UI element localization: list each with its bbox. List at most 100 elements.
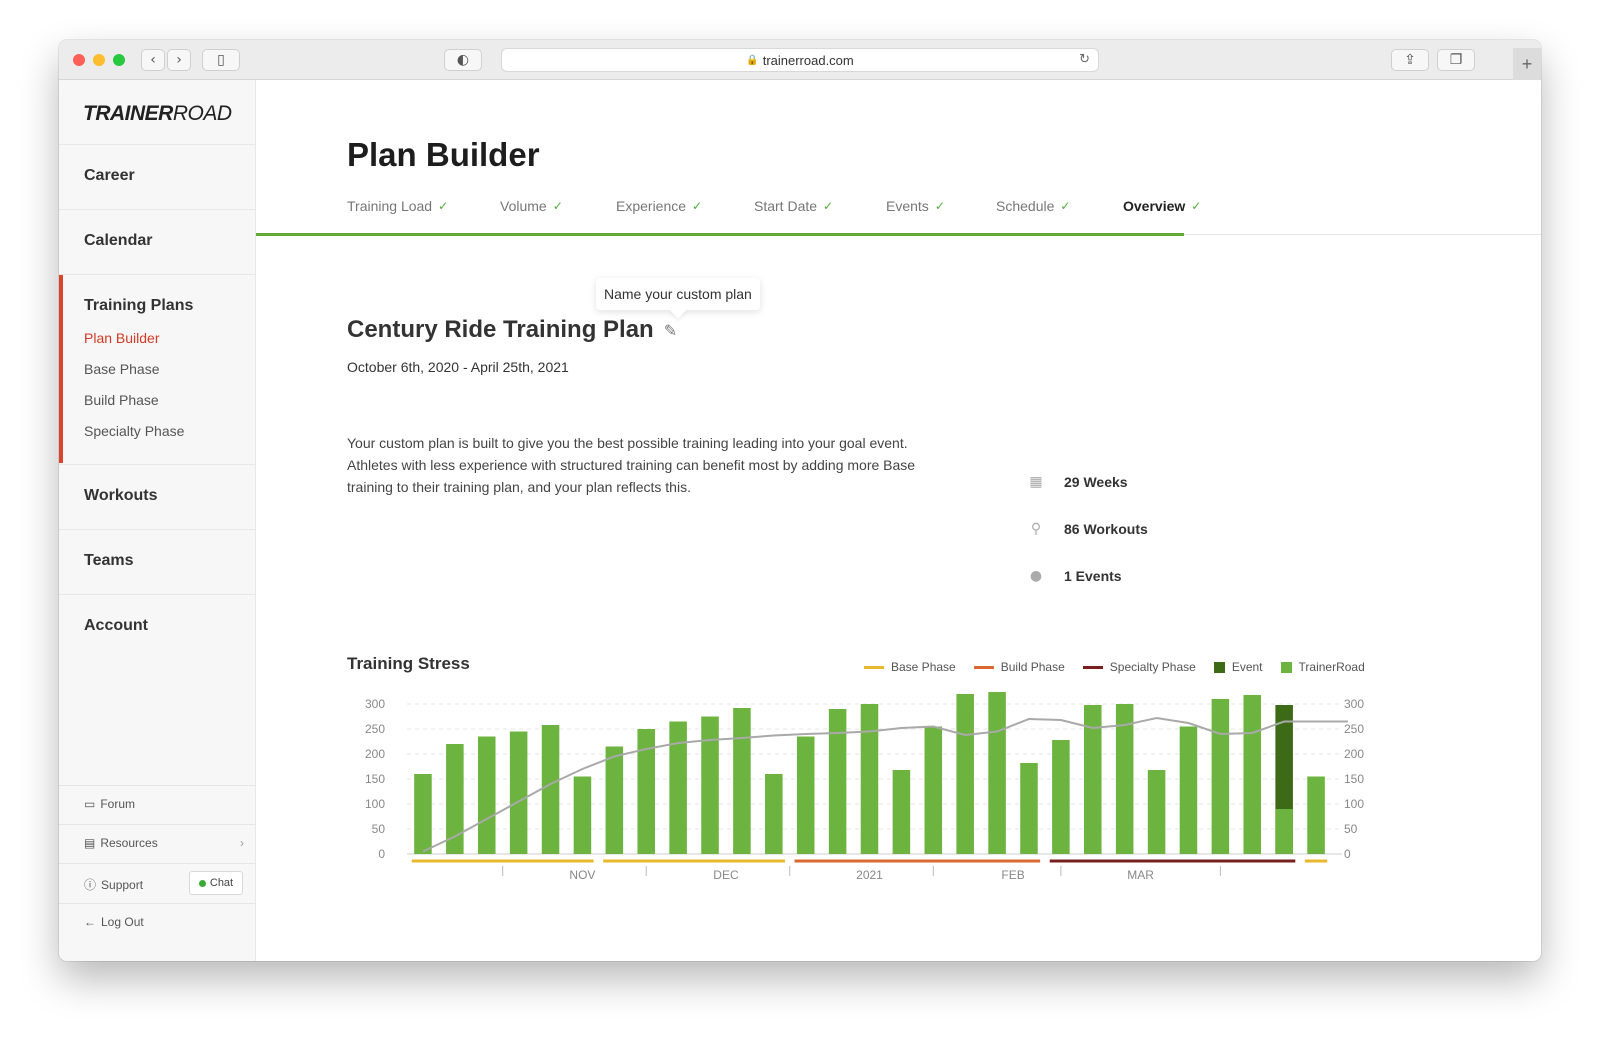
chart-bar bbox=[414, 774, 432, 854]
chart-bar bbox=[477, 736, 496, 854]
legend-swatch bbox=[1213, 661, 1225, 673]
y-tick-label: 50 bbox=[372, 822, 386, 836]
y-tick-label-right: 50 bbox=[1344, 822, 1358, 836]
sub-item-build-phase[interactable]: Build Phase bbox=[84, 392, 159, 408]
arrow-left-icon: ← bbox=[84, 915, 96, 929]
chart-bar bbox=[1052, 740, 1070, 854]
y-tick-label-right: 300 bbox=[1344, 697, 1364, 711]
chevron-right-icon: › bbox=[240, 836, 244, 850]
legend-swatch bbox=[864, 665, 884, 669]
chart-bar bbox=[924, 726, 943, 854]
legend-item[interactable]: Event bbox=[1213, 658, 1263, 676]
stat-events: ● 1 Events bbox=[1026, 566, 1122, 586]
chart-bar bbox=[860, 704, 879, 854]
chat-button[interactable]: Chat bbox=[189, 871, 243, 895]
browser-window: ‹ › ▯ ◐ 🔒 trainerroad.com ↻ ⇪ ❐ + TRAINE… bbox=[59, 40, 1541, 961]
tab-volume[interactable]: Volume ✓ bbox=[500, 198, 563, 214]
nav-calendar-label[interactable]: Calendar bbox=[84, 232, 152, 250]
resources-link[interactable]: ▤ Resources › bbox=[84, 836, 244, 850]
close-window-button[interactable] bbox=[73, 54, 85, 66]
main-content: Plan Builder Training Load ✓ Volume ✓ Expe… bbox=[256, 80, 1541, 961]
sub-item-plan-builder[interactable]: Plan Builder bbox=[84, 330, 160, 346]
plan-dates: October 6th, 2020 - April 25th, 2021 bbox=[347, 359, 569, 375]
chart-bar bbox=[701, 716, 719, 854]
question-circle-icon: ⓘ bbox=[84, 878, 97, 892]
chart-bar bbox=[1211, 699, 1230, 854]
legend-label: TrainerRoad bbox=[1298, 660, 1364, 674]
y-tick-label: 250 bbox=[365, 722, 385, 736]
stat-weeks: ▦ 29 Weeks bbox=[1026, 472, 1127, 492]
plan-name: Century Ride Training Plan ✎ bbox=[347, 316, 678, 343]
minimize-window-button[interactable] bbox=[93, 54, 105, 66]
chart-bar bbox=[765, 774, 783, 854]
logout-link[interactable]: ← Log Out bbox=[84, 915, 144, 929]
reload-icon[interactable]: ↻ bbox=[1079, 52, 1090, 67]
check-icon: ✓ bbox=[692, 199, 703, 213]
month-label: MAR bbox=[1127, 868, 1154, 882]
chart-bar bbox=[1147, 770, 1166, 854]
legend-swatch bbox=[973, 665, 994, 669]
sub-item-specialty-phase[interactable]: Specialty Phase bbox=[84, 423, 184, 439]
y-tick-label-right: 200 bbox=[1344, 747, 1364, 761]
forum-link[interactable]: ▭ Forum bbox=[84, 797, 135, 811]
check-icon: ✓ bbox=[1191, 199, 1202, 213]
sidebar-toggle-icon[interactable]: ▯ bbox=[202, 49, 240, 71]
page-title: Plan Builder bbox=[347, 136, 540, 173]
y-tick-label-right: 250 bbox=[1344, 722, 1364, 736]
footer-divider bbox=[59, 785, 256, 786]
legend-item[interactable]: TrainerRoad bbox=[1280, 658, 1364, 676]
tab-start-date[interactable]: Start Date ✓ bbox=[754, 198, 833, 214]
footer-divider bbox=[59, 824, 256, 825]
rename-tooltip: Name your custom plan bbox=[596, 278, 760, 310]
chart-bar bbox=[573, 776, 592, 854]
legend-item[interactable]: Build Phase bbox=[973, 658, 1065, 676]
nav-teams-label[interactable]: Teams bbox=[84, 552, 134, 570]
back-icon[interactable]: ‹ bbox=[141, 49, 165, 71]
address-bar[interactable]: 🔒 trainerroad.com ↻ bbox=[501, 48, 1099, 72]
tab-events[interactable]: Events ✓ bbox=[886, 198, 945, 214]
chart-bar bbox=[956, 694, 974, 854]
chart-bar bbox=[541, 725, 560, 854]
y-tick-label-right: 100 bbox=[1344, 797, 1364, 811]
chart-bar bbox=[669, 721, 687, 854]
fitness-trend-line bbox=[422, 716, 1348, 853]
training-stress-chart: 0 0 50 50 100 100 150 150 200 200 250 250 300 300 NOV D… bbox=[365, 692, 1364, 882]
y-tick-label: 100 bbox=[365, 797, 385, 811]
month-label: NOV bbox=[569, 868, 595, 882]
privacy-shield-icon[interactable]: ◐ bbox=[444, 49, 482, 71]
url-text: trainerroad.com bbox=[762, 52, 854, 68]
chart-bar bbox=[988, 692, 1006, 854]
chart-bar bbox=[892, 770, 911, 854]
tab-overview[interactable]: Overview ✓ bbox=[1123, 198, 1201, 214]
y-tick-label-right: 150 bbox=[1344, 772, 1364, 786]
tabs-overview-icon[interactable]: ❐ bbox=[1437, 49, 1475, 71]
forward-icon[interactable]: › bbox=[167, 49, 191, 71]
chart-bar bbox=[1179, 726, 1198, 854]
support-link[interactable]: ⓘ Support bbox=[84, 876, 143, 893]
nav-account-label[interactable]: Account bbox=[84, 617, 148, 635]
legend-item[interactable]: Base Phase bbox=[864, 658, 956, 676]
check-icon: ✓ bbox=[438, 199, 449, 213]
nav-workouts-label[interactable]: Workouts bbox=[84, 487, 157, 505]
sub-item-base-phase[interactable]: Base Phase bbox=[84, 361, 160, 377]
pencil-icon[interactable]: ✎ bbox=[664, 321, 677, 340]
legend-item[interactable]: Specialty Phase bbox=[1082, 658, 1196, 676]
zoom-window-button[interactable] bbox=[113, 54, 125, 66]
month-label: FEB bbox=[1001, 868, 1024, 882]
new-tab-icon[interactable]: + bbox=[1513, 48, 1541, 80]
chart-bar bbox=[1275, 809, 1293, 854]
share-icon[interactable]: ⇪ bbox=[1391, 49, 1429, 71]
tab-experience[interactable]: Experience ✓ bbox=[616, 198, 702, 214]
month-label: DEC bbox=[713, 868, 739, 882]
calendar-icon: ▦ bbox=[1029, 474, 1043, 490]
tab-training-load[interactable]: Training Load ✓ bbox=[347, 198, 448, 214]
chart-bar bbox=[605, 746, 624, 854]
tab-schedule[interactable]: Schedule ✓ bbox=[996, 198, 1070, 214]
nav-career-label[interactable]: Career bbox=[84, 167, 135, 185]
legend-label: Base Phase bbox=[891, 660, 956, 674]
plan-builder-tabs: Training Load ✓ Volume ✓ Experience ✓ Start… bbox=[256, 198, 1541, 236]
check-icon: ✓ bbox=[552, 199, 563, 213]
check-icon: ✓ bbox=[1060, 199, 1071, 213]
nav-training-plans-label[interactable]: Training Plans bbox=[84, 297, 193, 315]
chart-bar bbox=[796, 736, 815, 854]
